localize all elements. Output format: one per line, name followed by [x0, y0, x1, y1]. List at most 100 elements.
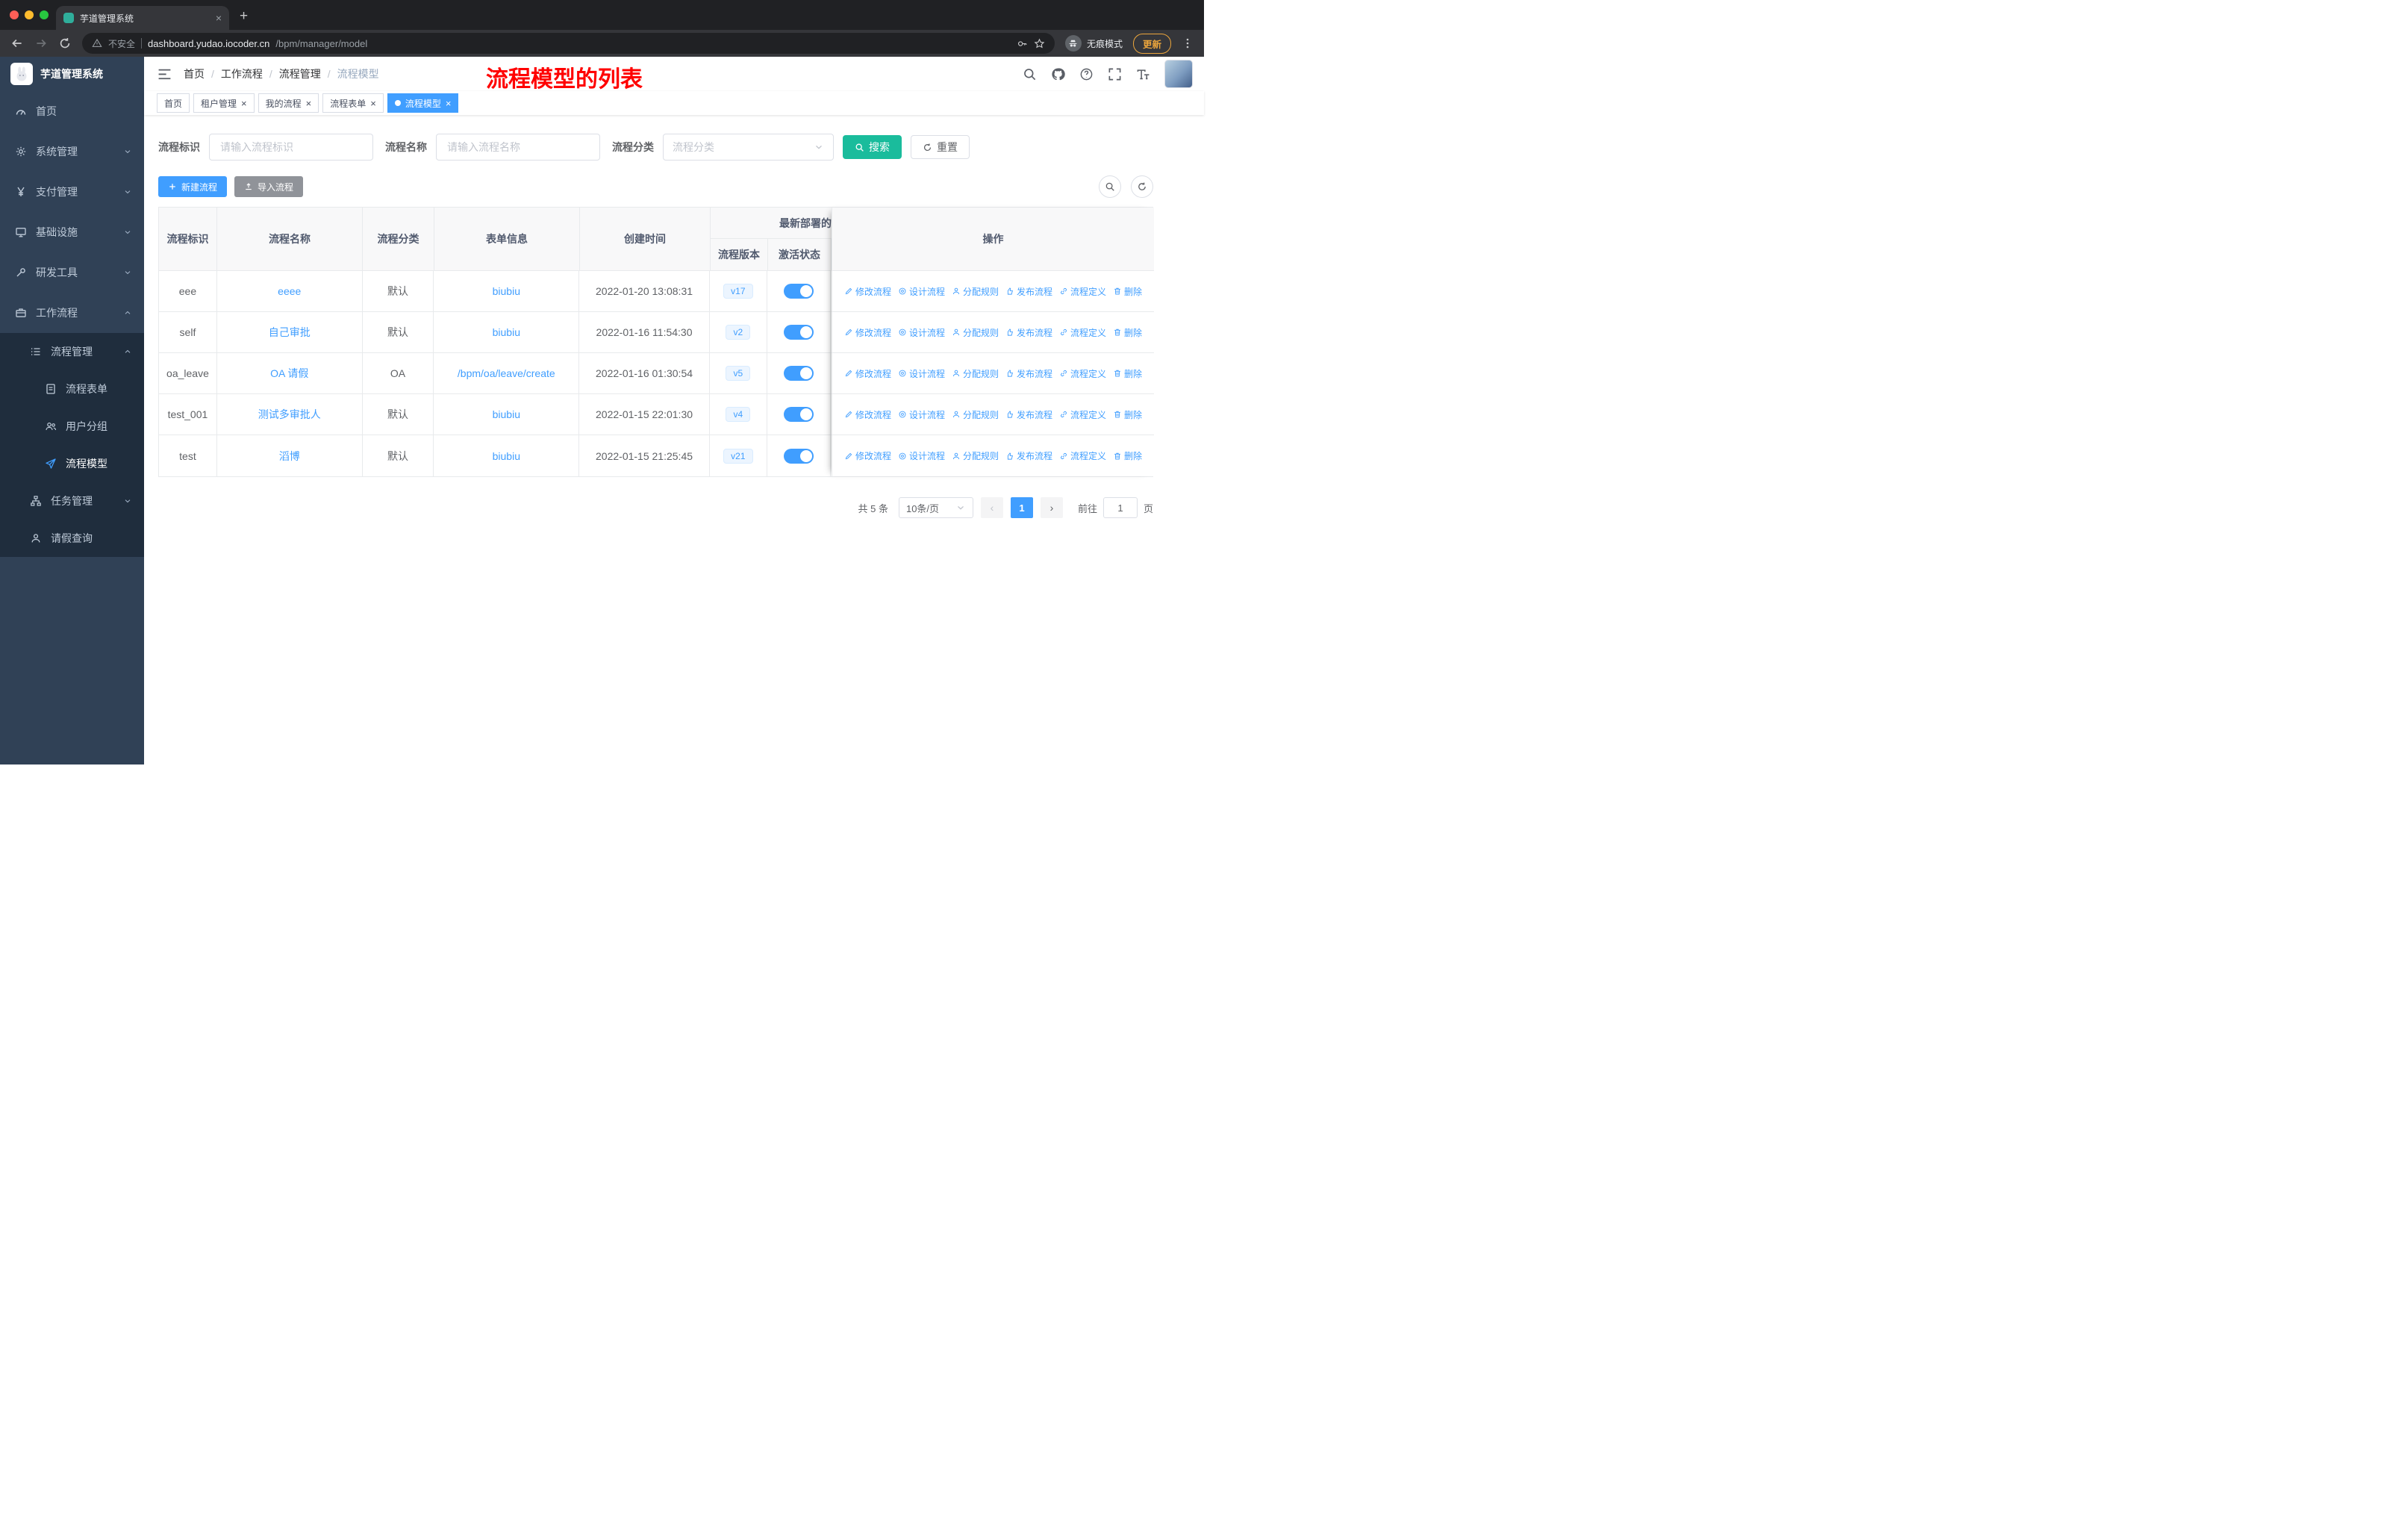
- process-category-select[interactable]: 流程分类: [663, 134, 834, 161]
- sidebar-item-leave-query[interactable]: 请假查询: [0, 520, 144, 557]
- search-button[interactable]: 搜索: [843, 135, 902, 159]
- reset-button[interactable]: 重置: [911, 135, 970, 159]
- tag-close-icon[interactable]: ×: [370, 99, 376, 108]
- action-delete[interactable]: 删除: [1113, 408, 1142, 421]
- forward-icon[interactable]: [34, 37, 48, 50]
- update-button[interactable]: 更新: [1132, 33, 1171, 54]
- status-toggle[interactable]: [783, 407, 814, 422]
- status-toggle[interactable]: [783, 448, 814, 464]
- sidebar-item-system[interactable]: 系统管理: [0, 131, 144, 172]
- action-edit[interactable]: 修改流程: [844, 408, 891, 421]
- refresh-icon[interactable]: [1131, 175, 1153, 198]
- page-number-1[interactable]: 1: [1010, 497, 1033, 518]
- action-publish[interactable]: 发布流程: [1005, 285, 1052, 298]
- sidebar-item-workflow[interactable]: 工作流程: [0, 293, 144, 333]
- sidebar-item-process-management[interactable]: 流程管理: [0, 333, 144, 370]
- sidebar-item-process-model[interactable]: 流程模型: [0, 445, 144, 482]
- sidebar-item-process-form[interactable]: 流程表单: [0, 370, 144, 408]
- action-edit[interactable]: 修改流程: [844, 326, 891, 339]
- action-definition[interactable]: 流程定义: [1059, 408, 1106, 421]
- action-assign[interactable]: 分配规则: [952, 367, 999, 380]
- sidebar-item-infrastructure[interactable]: 基础设施: [0, 212, 144, 252]
- status-toggle[interactable]: [783, 284, 814, 299]
- form-info-link[interactable]: /bpm/oa/leave/create: [458, 367, 555, 379]
- breadcrumb-item[interactable]: 首页: [184, 66, 205, 81]
- form-info-link[interactable]: biubiu: [493, 450, 520, 462]
- action-publish[interactable]: 发布流程: [1005, 326, 1052, 339]
- import-process-button[interactable]: 导入流程: [234, 176, 304, 197]
- sidebar-item-home[interactable]: 首页: [0, 91, 144, 131]
- nav-tag-my-process[interactable]: 我的流程 ×: [258, 93, 319, 113]
- action-publish[interactable]: 发布流程: [1005, 367, 1052, 380]
- action-delete[interactable]: 删除: [1113, 326, 1142, 339]
- browser-tab[interactable]: 芋道管理系统 ×: [56, 6, 229, 30]
- close-window-button[interactable]: [10, 10, 19, 19]
- status-toggle[interactable]: [783, 366, 814, 381]
- action-definition[interactable]: 流程定义: [1059, 449, 1106, 462]
- process-name-input[interactable]: [436, 134, 600, 161]
- zoom-window-button[interactable]: [40, 10, 49, 19]
- action-assign[interactable]: 分配规则: [952, 326, 999, 339]
- form-info-link[interactable]: biubiu: [493, 285, 520, 297]
- sidebar-item-task-management[interactable]: 任务管理: [0, 482, 144, 520]
- hamburger-icon[interactable]: [157, 68, 172, 80]
- action-design[interactable]: 设计流程: [898, 367, 945, 380]
- action-assign[interactable]: 分配规则: [952, 408, 999, 421]
- nav-tag-process-model[interactable]: 流程模型 ×: [387, 93, 459, 113]
- form-info-link[interactable]: biubiu: [493, 326, 520, 338]
- toggle-search-icon[interactable]: [1099, 175, 1121, 198]
- new-tab-button[interactable]: +: [240, 8, 248, 25]
- bookmark-star-icon[interactable]: [1034, 38, 1045, 49]
- action-assign[interactable]: 分配规则: [952, 285, 999, 298]
- breadcrumb-item[interactable]: 流程管理: [279, 66, 321, 81]
- tag-close-icon[interactable]: ×: [306, 99, 312, 108]
- process-name-link[interactable]: eeee: [278, 285, 301, 297]
- status-toggle[interactable]: [783, 325, 814, 340]
- goto-page-input[interactable]: [1102, 497, 1138, 518]
- help-icon[interactable]: [1079, 67, 1094, 81]
- action-design[interactable]: 设计流程: [898, 285, 945, 298]
- tag-close-icon[interactable]: ×: [446, 99, 452, 108]
- search-icon[interactable]: [1023, 67, 1037, 81]
- action-definition[interactable]: 流程定义: [1059, 326, 1106, 339]
- warning-icon[interactable]: [92, 38, 102, 49]
- action-definition[interactable]: 流程定义: [1059, 367, 1106, 380]
- action-publish[interactable]: 发布流程: [1005, 449, 1052, 462]
- reload-icon[interactable]: [58, 37, 72, 50]
- nav-tag-home[interactable]: 首页: [157, 93, 190, 113]
- sidebar-item-user-group[interactable]: 用户分组: [0, 408, 144, 445]
- process-name-link[interactable]: 测试多审批人: [258, 407, 321, 422]
- create-process-button[interactable]: 新建流程: [158, 176, 228, 197]
- nav-tag-process-form[interactable]: 流程表单 ×: [322, 93, 384, 113]
- fullscreen-icon[interactable]: [1108, 67, 1122, 81]
- action-delete[interactable]: 删除: [1113, 367, 1142, 380]
- action-design[interactable]: 设计流程: [898, 408, 945, 421]
- action-delete[interactable]: 删除: [1113, 285, 1142, 298]
- process-name-link[interactable]: 滔博: [279, 449, 300, 464]
- font-size-icon[interactable]: [1136, 67, 1150, 81]
- nav-tag-tenant[interactable]: 租户管理 ×: [193, 93, 255, 113]
- action-design[interactable]: 设计流程: [898, 449, 945, 462]
- process-key-input[interactable]: [209, 134, 373, 161]
- next-page-button[interactable]: ›: [1040, 497, 1063, 518]
- tag-close-icon[interactable]: ×: [241, 99, 247, 108]
- process-name-link[interactable]: OA 请假: [270, 366, 308, 381]
- minimize-window-button[interactable]: [25, 10, 34, 19]
- action-edit[interactable]: 修改流程: [844, 285, 891, 298]
- address-bar[interactable]: 不安全 dashboard.yudao.iocoder.cn/bpm/manag…: [82, 33, 1055, 54]
- sidebar-item-payment[interactable]: 支付管理: [0, 172, 144, 212]
- action-assign[interactable]: 分配规则: [952, 449, 999, 462]
- sidebar-item-devtools[interactable]: 研发工具: [0, 252, 144, 293]
- action-delete[interactable]: 删除: [1113, 449, 1142, 462]
- prev-page-button[interactable]: ‹: [980, 497, 1003, 518]
- action-edit[interactable]: 修改流程: [844, 367, 891, 380]
- back-icon[interactable]: [10, 37, 24, 50]
- tab-close-icon[interactable]: ×: [216, 12, 222, 24]
- password-key-icon[interactable]: [1017, 38, 1028, 49]
- form-info-link[interactable]: biubiu: [493, 408, 520, 420]
- avatar[interactable]: [1164, 60, 1193, 88]
- github-icon[interactable]: [1051, 67, 1065, 81]
- action-edit[interactable]: 修改流程: [844, 449, 891, 462]
- action-design[interactable]: 设计流程: [898, 326, 945, 339]
- action-definition[interactable]: 流程定义: [1059, 285, 1106, 298]
